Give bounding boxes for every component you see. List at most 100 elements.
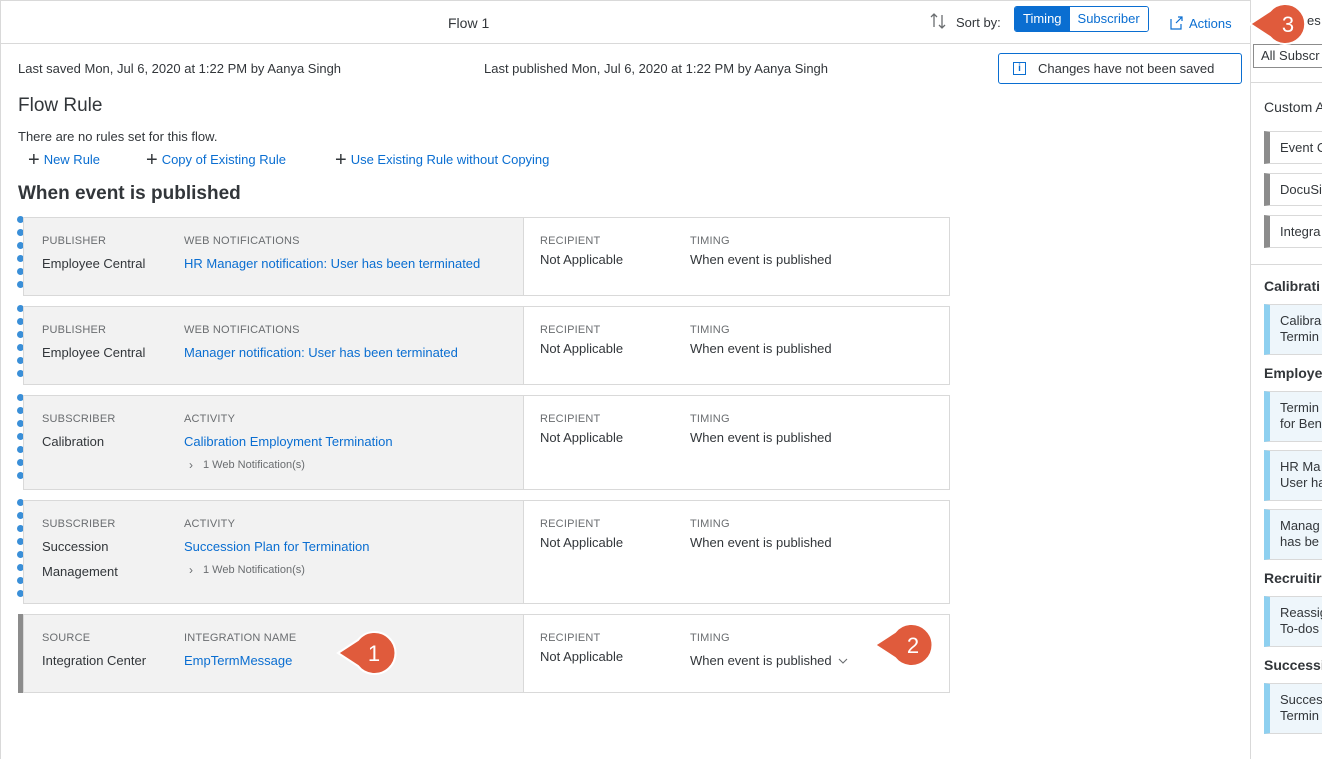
panel-item[interactable]: DocuSi (1264, 173, 1322, 206)
event-section-title: When event is published (18, 183, 241, 204)
last-saved-text: Last saved Mon, Jul 6, 2020 at 1:22 PM b… (18, 61, 342, 76)
info-icon: i (1013, 62, 1026, 75)
web-notifications-expander[interactable]: › 1 Web Notification(s) (189, 458, 305, 472)
card-subscriber-line1: Succession (42, 539, 109, 554)
card-label: WEB NOTIFICATIONS (184, 324, 300, 336)
card-publisher: Employee Central (42, 256, 146, 271)
recipient-label: RECIPIENT (540, 324, 601, 336)
unsaved-changes-notice[interactable]: i Changes have not been saved (998, 53, 1242, 84)
sort-timing-button[interactable]: Timing (1015, 7, 1070, 31)
flow-card[interactable]: SUBSCRIBER Calibration ACTIVITY Calibrat… (23, 395, 950, 490)
card-label: INTEGRATION NAME (184, 632, 297, 644)
copy-existing-rule-link[interactable]: + Copy of Existing Rule (146, 148, 286, 171)
recipient-value: Not Applicable (540, 252, 624, 267)
callout-number: 2 (907, 633, 919, 658)
recipient-label: RECIPIENT (540, 413, 601, 425)
timing-value: When event is published (690, 252, 832, 267)
activity-link[interactable]: Succession Plan for Termination (184, 539, 369, 554)
divider (1251, 82, 1322, 83)
panel-item-line: HR Ma (1280, 459, 1321, 474)
group-heading: Employe (1264, 365, 1322, 381)
external-link-icon (1170, 16, 1183, 30)
panel-item[interactable]: Calibra Termin (1264, 304, 1322, 355)
card-subscriber-line2: Management (42, 564, 118, 579)
flow-editor: Flow 1 Sort by: Timing Subscriber Action… (0, 0, 1251, 759)
flow-title: Flow 1 (448, 15, 490, 31)
panel-item-line: has be (1280, 534, 1320, 549)
flow-card[interactable]: PUBLISHER Employee Central WEB NOTIFICAT… (23, 306, 950, 385)
recipient-value: Not Applicable (540, 341, 624, 356)
group-heading: Successi (1264, 657, 1322, 673)
new-rule-label: New Rule (43, 152, 101, 167)
copy-existing-rule-label: Copy of Existing Rule (161, 152, 286, 167)
panel-item-line: Termin (1280, 329, 1320, 344)
timing-label: TIMING (690, 632, 730, 644)
sort-icon[interactable] (928, 11, 948, 31)
timing-value: When event is published (690, 341, 832, 356)
card-label: ACTIVITY (184, 518, 236, 530)
panel-item[interactable]: Manag has be (1264, 509, 1322, 560)
panel-item-line: To-dos (1280, 621, 1320, 636)
callout-marker-3: 3 (1248, 3, 1307, 45)
callout-number: 1 (368, 641, 380, 666)
panel-item[interactable]: Reassig To-dos (1264, 596, 1322, 647)
subscriber-panel: es All Subscr Custom A Event C DocuSi In… (1250, 0, 1322, 759)
flow-rule-title: Flow Rule (18, 95, 103, 116)
recipient-label: RECIPIENT (540, 235, 601, 247)
chevron-down-icon (838, 658, 848, 664)
recipient-value: Not Applicable (540, 535, 624, 550)
plus-icon: + (335, 148, 347, 171)
activity-link[interactable]: Calibration Employment Termination (184, 434, 393, 449)
callout-marker-2: 2 (873, 623, 934, 667)
panel-item-line: Reassig (1280, 605, 1322, 620)
notice-text: Changes have not been saved (1038, 61, 1215, 76)
integration-name-link[interactable]: EmpTermMessage (184, 653, 292, 668)
panel-item[interactable]: Event C (1264, 131, 1322, 164)
no-rules-text: There are no rules set for this flow. (18, 129, 218, 144)
flow-card[interactable]: PUBLISHER Employee Central WEB NOTIFICAT… (23, 217, 950, 296)
notification-link[interactable]: Manager notification: User has been term… (184, 345, 458, 360)
notification-link[interactable]: HR Manager notification: User has been t… (184, 256, 480, 271)
panel-item-line: Termin (1280, 400, 1320, 415)
card-label: PUBLISHER (42, 235, 107, 247)
timing-value: When event is published (690, 430, 832, 445)
flow-card-selected[interactable]: SOURCE Integration Center INTEGRATION NA… (23, 614, 950, 693)
timing-label: TIMING (690, 235, 730, 247)
card-label: SOURCE (42, 632, 91, 644)
web-notifications-expander[interactable]: › 1 Web Notification(s) (189, 563, 305, 577)
callout-number: 3 (1282, 12, 1294, 37)
panel-item-line: User ha (1280, 475, 1322, 490)
use-existing-rule-label: Use Existing Rule without Copying (350, 152, 550, 167)
panel-item[interactable]: HR Ma User ha (1264, 450, 1322, 501)
subscriber-filter-select[interactable]: All Subscr (1253, 44, 1322, 68)
new-rule-link[interactable]: + New Rule (28, 148, 101, 171)
group-heading: Calibrati (1264, 278, 1321, 294)
panel-item-line: Succes (1280, 692, 1322, 707)
actions-button[interactable]: Actions (1168, 15, 1232, 31)
group-heading: Recruitir (1264, 570, 1322, 586)
last-published-text: Last published Mon, Jul 6, 2020 at 1:22 … (484, 61, 829, 76)
card-label: SUBSCRIBER (42, 518, 116, 530)
recipient-value: Not Applicable (540, 649, 624, 664)
divider (1251, 264, 1322, 265)
timing-label: TIMING (690, 324, 730, 336)
panel-item-line: for Ben (1280, 416, 1322, 431)
timing-value: When event is published (690, 535, 832, 550)
plus-icon: + (28, 148, 40, 171)
timing-dropdown[interactable]: When event is published (690, 653, 849, 668)
actions-label: Actions (1189, 15, 1232, 31)
panel-item[interactable]: Termin for Ben (1264, 391, 1322, 442)
flow-card[interactable]: SUBSCRIBER Succession Management ACTIVIT… (23, 500, 950, 604)
recipient-value: Not Applicable (540, 430, 624, 445)
card-publisher: Employee Central (42, 345, 146, 360)
panel-item-line: Calibra (1280, 313, 1322, 328)
recipient-label: RECIPIENT (540, 518, 601, 530)
use-existing-rule-link[interactable]: + Use Existing Rule without Copying (335, 148, 550, 171)
panel-item[interactable]: Integra (1264, 215, 1322, 248)
sort-subscriber-button[interactable]: Subscriber (1069, 7, 1148, 31)
card-label: WEB NOTIFICATIONS (184, 235, 300, 247)
panel-item-line: Manag (1280, 518, 1320, 533)
plus-icon: + (146, 148, 158, 171)
timing-value: When event is published (690, 653, 832, 668)
panel-item[interactable]: Succes Termin (1264, 683, 1322, 734)
